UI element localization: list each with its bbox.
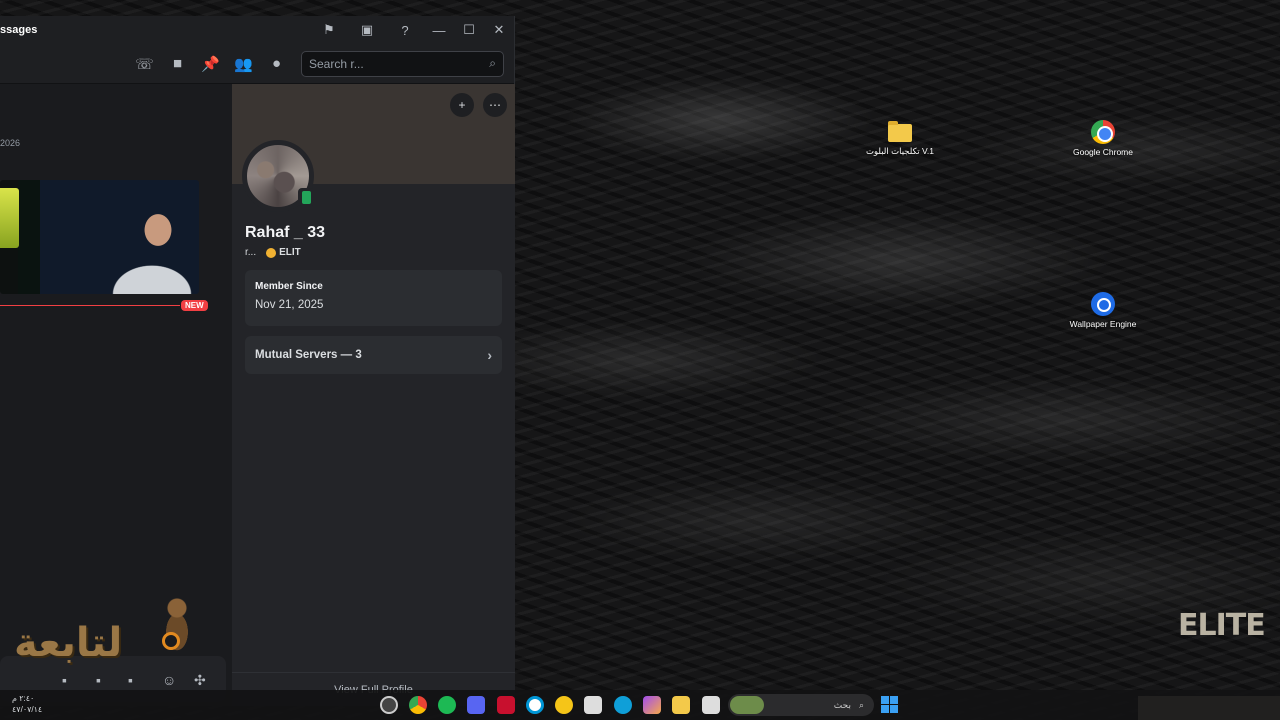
add-friend-icon[interactable]: + [450,93,474,117]
edge-icon[interactable] [614,696,632,714]
new-badge: NEW [181,300,208,311]
help-icon[interactable]: ? [386,16,424,44]
server-tag-label: ELIT [279,247,301,258]
date-divider: 2026 [0,138,21,148]
spotify-icon[interactable] [438,696,456,714]
chrome-icon [1091,120,1115,144]
more-options-icon[interactable]: ⋯ [483,93,507,117]
search-input[interactable] [309,56,490,71]
discord-taskbar-icon[interactable] [467,696,485,714]
start-button[interactable] [881,696,898,713]
inbox-flag-icon[interactable]: ⚑ [310,16,348,44]
minimize-button[interactable]: — [424,16,454,44]
key-icon [162,632,180,650]
desktop-icon-chrome[interactable]: Google Chrome [1068,120,1138,157]
member-since-card: Member Since Nov 21, 2025 [245,270,502,326]
taskbar-search-text: بحث [833,699,851,710]
profile-panel: + ⋯ Rahaf _ 33 r... ELIT Member Since No… [232,84,515,706]
desktop-icon-label: تكلجيات البلوت V.1 [866,146,934,156]
search-icon: ⌕ [858,699,864,710]
mutual-servers-label: Mutual Servers — 3 [255,349,362,361]
task-view-icon[interactable] [702,696,720,714]
video-object [0,188,19,248]
profile-display-name: Rahaf _ 33 [245,224,326,241]
search-highlight-icon [730,696,764,714]
pinned-icon[interactable]: 📌 [194,49,227,79]
chrome-taskbar-icon[interactable] [409,696,427,714]
desktop-icon-folder[interactable]: تكلجيات البلوت V.1 [865,121,935,156]
member-since-label: Member Since [255,281,323,292]
mcafee-icon[interactable] [497,696,515,714]
screen-share-icon[interactable]: ▣ [348,16,386,44]
mobile-status-icon [298,188,314,206]
apps-icon[interactable]: ✣ [194,672,206,689]
profile-username-row: r... ELIT [245,247,301,258]
copilot-icon[interactable] [643,696,661,714]
dm-toolbar: ☏ ■ 📌 👥 ● ⌕ [0,44,514,84]
desktop-icon-label: Google Chrome [1072,147,1133,157]
elite-logo: ELITE [1172,606,1272,702]
app-launcher-icon[interactable] [380,696,398,714]
store-icon[interactable] [584,696,602,714]
arabic-logo-text: لتابعة [14,620,124,666]
window-title: ssages [0,24,38,36]
video-person [92,202,198,294]
stream-overlay-logo: لتابعة [14,598,194,683]
mutual-servers-button[interactable]: Mutual Servers — 3 › [245,336,502,374]
new-messages-divider [0,305,180,306]
elite-logo-text: ELITE [1178,608,1266,643]
close-button[interactable]: ✕ [484,16,514,44]
video-thumbnail[interactable] [0,180,199,294]
folder-icon [888,121,912,142]
member-since-value: Nov 21, 2025 [255,299,324,311]
clock-date: ٤٧/٠٧/١٤ [12,705,43,714]
add-member-icon[interactable]: 👥 [227,49,260,79]
desktop-icon-wallpaper-engine[interactable]: Wallpaper Engine [1068,292,1138,329]
profile-username: r... [245,247,257,258]
wallpaper-engine-icon [1091,292,1115,316]
file-explorer-icon[interactable] [672,696,690,714]
desktop-icon-label: Wallpaper Engine [1069,319,1137,329]
video-call-icon[interactable]: ■ [161,49,194,79]
user-profile-icon[interactable]: ● [260,49,293,79]
voice-call-icon[interactable]: ☏ [128,49,161,79]
tips-icon[interactable] [555,696,573,714]
clock-time: ٢:٤٠ م [12,694,35,703]
clock[interactable]: ٢:٤٠ م ٤٧/٠٧/١٤ [12,693,42,715]
tag-icon [266,247,277,258]
search-icon: ⌕ [489,56,496,70]
maximize-button[interactable]: ☐ [454,16,484,44]
taskbar: ٢:٤٠ م ٤٧/٠٧/١٤ بحث ⌕ [0,690,1280,720]
search-box[interactable]: ⌕ [301,50,504,77]
chevron-right-icon: › [487,347,492,363]
server-tag[interactable]: ELIT [266,247,301,258]
hp-icon[interactable] [526,696,544,714]
title-bar: ssages ⚑ ▣ ? — ☐ ✕ [0,16,514,44]
taskbar-search[interactable]: بحث ⌕ [728,694,874,716]
